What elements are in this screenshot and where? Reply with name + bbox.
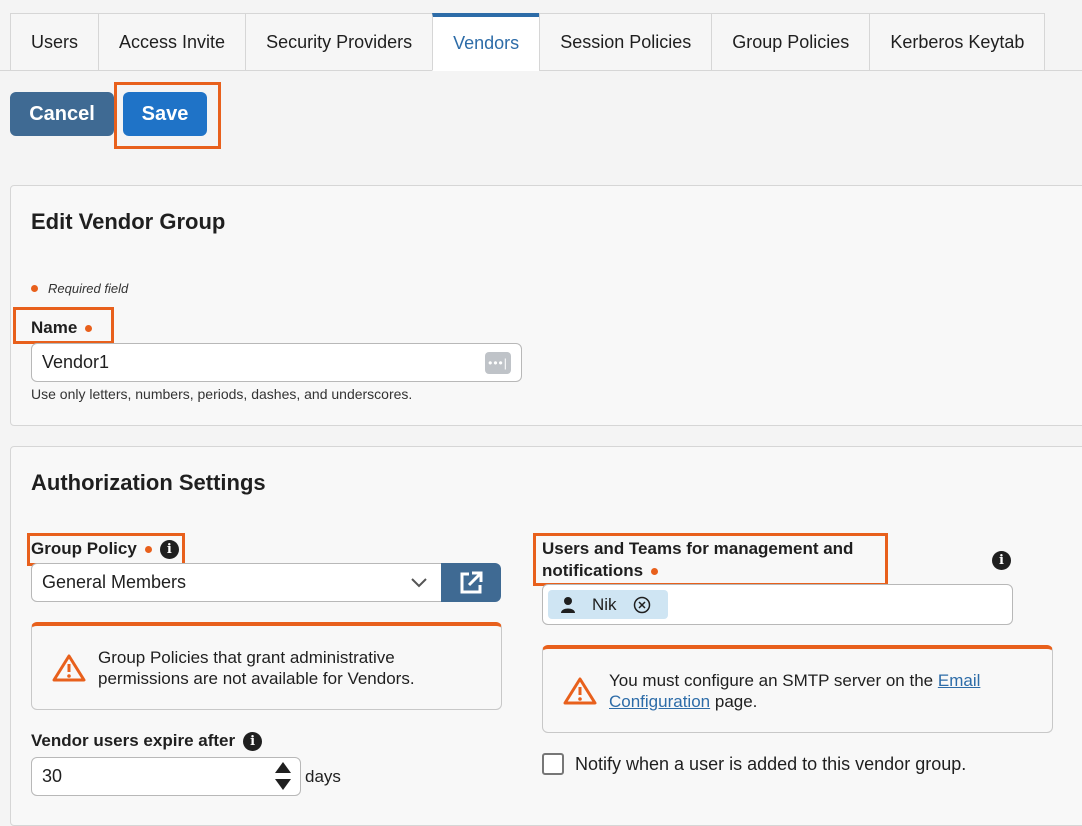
expire-label-text: Vendor users expire after (31, 731, 236, 750)
email-link-part1: Email (937, 670, 981, 690)
stepper-arrows (274, 761, 292, 791)
panel-title-edit: Edit Vendor Group (31, 209, 226, 234)
name-field-value: Vendor1 (42, 352, 110, 372)
required-note-text: Required field (48, 281, 129, 296)
tab-users[interactable]: Users (10, 13, 99, 71)
open-group-policy-button[interactable] (441, 563, 501, 602)
group-policy-label-text: Group Policy (31, 539, 137, 558)
warning-icon (563, 677, 597, 704)
required-dot (31, 285, 38, 292)
tab-session-policies[interactable]: Session Policies (539, 13, 712, 71)
required-dot (85, 324, 93, 332)
expire-unit: days (305, 767, 341, 786)
name-label: Name (31, 318, 93, 338)
smtp-warning-pre: You must configure an SMTP server on the (609, 670, 934, 690)
users-teams-label: Users and Teams for management and notif… (542, 539, 853, 581)
expire-label: Vendor users expire after i (31, 731, 263, 751)
required-dot (651, 567, 659, 575)
user-chip-label: Nik (592, 594, 617, 614)
remove-icon[interactable] (633, 596, 651, 614)
required-note: Required field (31, 281, 128, 296)
users-teams-label-line1: Users and Teams for management and (542, 539, 854, 558)
user-icon (561, 596, 575, 613)
info-icon[interactable]: i (992, 551, 1011, 570)
increment-icon[interactable] (274, 761, 292, 774)
notify-checkbox[interactable] (542, 753, 564, 775)
group-policy-warning-text: Group Policies that grant administrative… (98, 647, 415, 688)
info-icon[interactable]: i (243, 731, 263, 751)
info-icon[interactable]: i (159, 539, 179, 559)
tab-bar: Users Access Invite Security Providers V… (10, 13, 1046, 71)
user-chip: Nik (548, 590, 668, 619)
expire-days-stepper[interactable]: 30 (31, 757, 301, 796)
notify-label: Notify when a user is added to this vend… (575, 754, 967, 774)
expire-days-value: 30 (42, 766, 63, 786)
external-link-icon (460, 571, 483, 593)
required-dot (144, 545, 152, 553)
tab-group-policies[interactable]: Group Policies (711, 13, 870, 71)
password-manager-icon[interactable]: •••| (485, 352, 511, 374)
cancel-button[interactable]: Cancel (10, 92, 114, 136)
name-field[interactable]: Vendor1 •••| (31, 343, 522, 382)
smtp-warning: You must configure an SMTP server on the… (542, 645, 1053, 733)
tab-vendors[interactable]: Vendors (432, 13, 540, 71)
group-policy-select[interactable]: General Members (31, 563, 449, 602)
group-policy-label: Group Policy i (31, 539, 179, 559)
tab-kerberos-keytab[interactable]: Kerberos Keytab (869, 13, 1046, 71)
group-policy-select-value: General Members (42, 572, 187, 592)
tab-access-invite[interactable]: Access Invite (98, 13, 246, 71)
panel-title-authorization: Authorization Settings (31, 470, 266, 495)
decrement-icon[interactable] (274, 778, 292, 791)
name-label-text: Name (31, 318, 78, 337)
smtp-warning-text: You must configure an SMTP server on the… (609, 670, 1029, 712)
warning-icon (52, 654, 86, 681)
email-link-part2: Configuration (609, 691, 711, 711)
users-teams-label-line2: notifications (542, 561, 644, 580)
tab-security-providers[interactable]: Security Providers (245, 13, 433, 71)
save-button[interactable]: Save (123, 92, 207, 136)
chevron-down-icon (411, 578, 427, 588)
group-policy-warning: Group Policies that grant administrative… (31, 622, 502, 710)
smtp-warning-post: page. (714, 691, 758, 711)
name-hint: Use only letters, numbers, periods, dash… (31, 386, 413, 402)
